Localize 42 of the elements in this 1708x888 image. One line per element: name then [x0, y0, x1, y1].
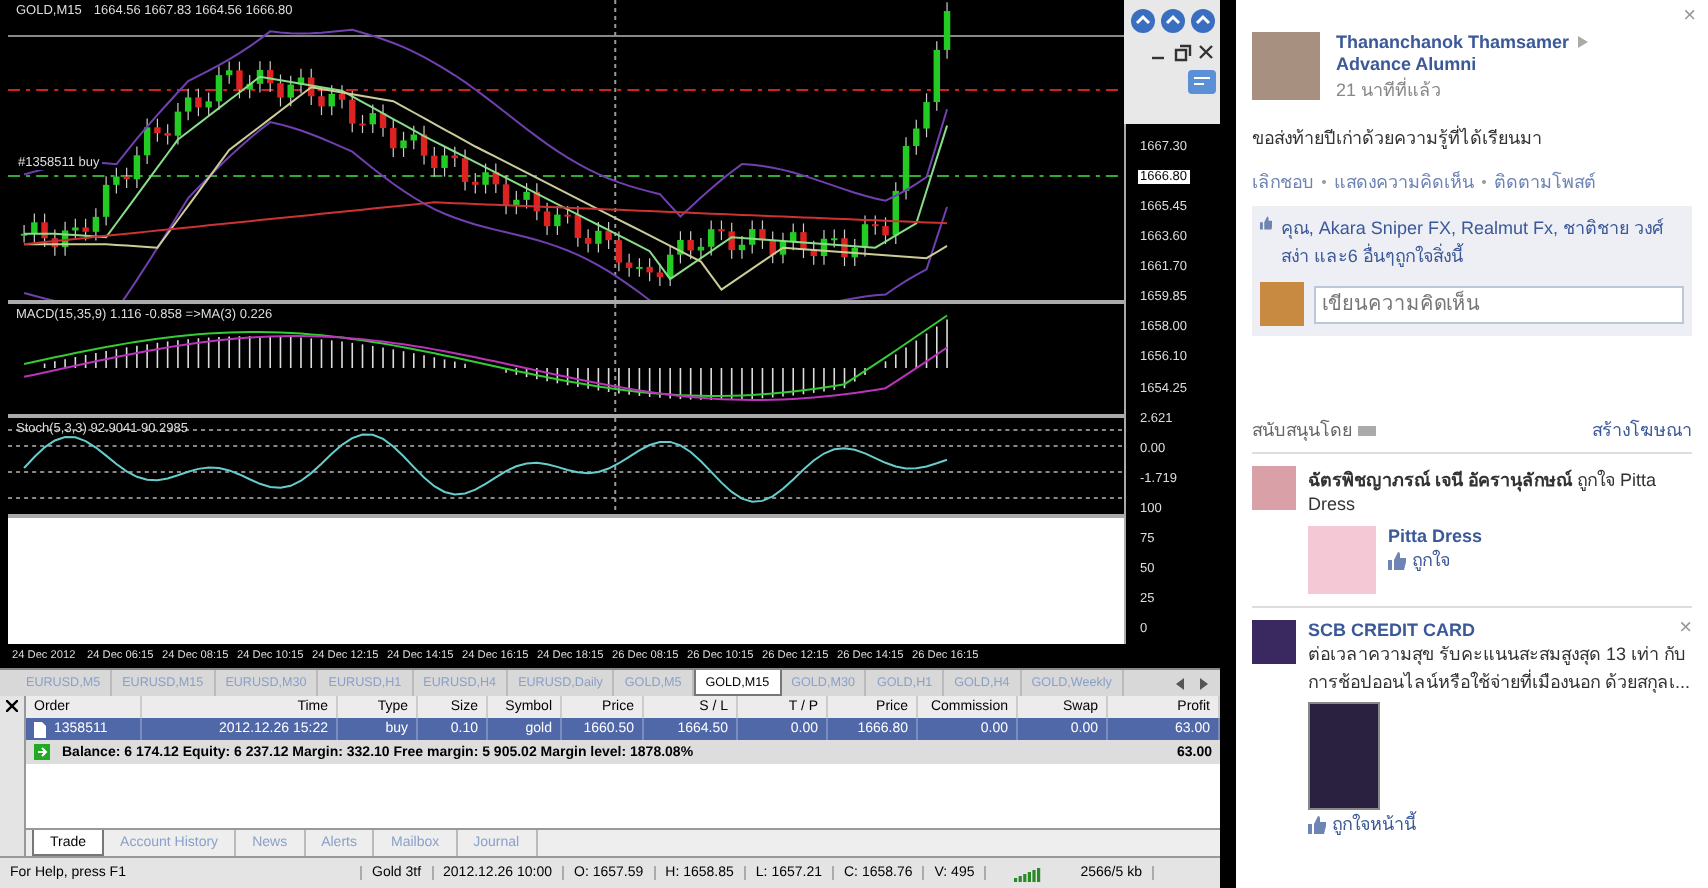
action-link[interactable]: แสดงความคิดเห็น [1334, 168, 1474, 196]
avatar-placeholder [1260, 282, 1304, 326]
close-icon[interactable]: × [1679, 616, 1692, 640]
document-icon [34, 721, 46, 737]
post-text: ขอส่งท้ายปีเก่าด้วยความรู้ที่ได้เรียนมา [1252, 124, 1544, 152]
crosshair-line [614, 418, 617, 514]
group-name[interactable]: Advance Alumni [1336, 54, 1692, 74]
close-icon[interactable]: × [1683, 4, 1696, 28]
scroll-left-icon[interactable] [1172, 675, 1188, 691]
ad-title[interactable]: SCB CREDIT CARD [1308, 620, 1476, 640]
arrow-icon [34, 744, 50, 760]
action-link[interactable]: เลิกชอบ [1252, 168, 1314, 196]
logo-placeholder [1252, 620, 1296, 664]
connection-bars-icon [1014, 865, 1043, 881]
comment-field[interactable]: เขียนความคิดเห็น [1314, 285, 1684, 323]
ad-story: ฉัตรพิชญาภรณ์ เจนี อัครานุลักษณ์ ถูกใจ Pitta Dress [1308, 467, 1659, 514]
chevron-icon[interactable] [1190, 8, 1216, 34]
avatar-placeholder [1252, 466, 1296, 510]
create-ad-link[interactable]: สร้างโฆษณา [1592, 416, 1692, 444]
like-page-link[interactable]: ถูกใจหน้านี้ [1332, 810, 1416, 838]
thumbs-up-icon [1260, 214, 1273, 232]
photo-placeholder [1308, 702, 1380, 810]
sponsored-heading: สนับสนุนโดย [1252, 417, 1352, 444]
photo-placeholder [1252, 32, 1320, 100]
chevron-icon[interactable] [1130, 8, 1156, 34]
triangle-icon [1577, 36, 1588, 48]
post-time[interactable]: 21 นาทีที่แล้ว [1336, 76, 1692, 104]
thumbs-up-icon [1388, 551, 1406, 569]
scroll-right-icon[interactable] [1196, 675, 1212, 691]
action-link[interactable]: ติดตามโพสต์ [1494, 168, 1596, 196]
crosshair-line [614, 304, 617, 414]
close-icon[interactable] [1196, 42, 1216, 62]
page-name[interactable]: Pitta Dress [1388, 526, 1483, 546]
thumbs-up-icon [1308, 815, 1326, 833]
ad-text: ต่อเวลาความสุข รับคะแนนสะสมสูงสุด 13 เท่า กับการช้อปออนไลน์หรือใช้จ่ายที่เมืองนอก ด้วยสกุลเ... [1308, 642, 1692, 696]
logo-placeholder [1308, 526, 1376, 594]
restore-icon[interactable] [1172, 42, 1192, 62]
author-name[interactable]: Thananchanok Thamsamer [1336, 32, 1570, 52]
likes-text: คุณ, Akara Sniper FX, Realmut Fx, ชาติชาย วงศ์สง่า และ6 อื่นๆถูกใจสิ่งนี้ [1280, 216, 1666, 270]
chevron-icon[interactable] [1160, 8, 1186, 34]
close-icon[interactable] [6, 700, 18, 712]
like-link[interactable]: ถูกใจ [1412, 546, 1450, 574]
